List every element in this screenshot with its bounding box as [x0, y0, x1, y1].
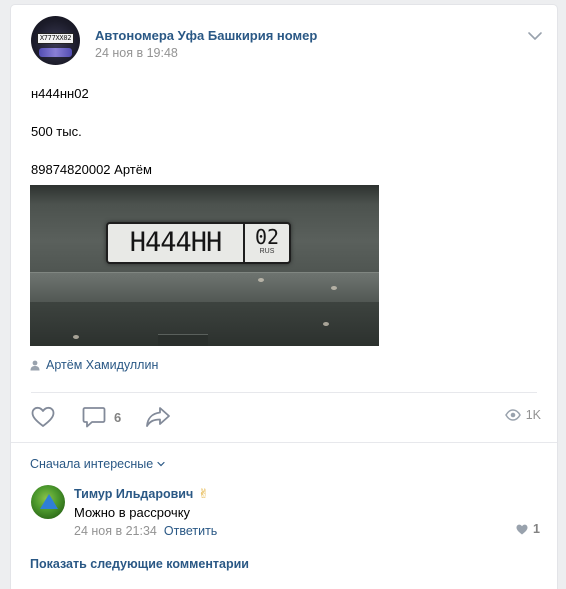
comment-text: Можно в рассрочку: [74, 505, 191, 520]
comment-like-count: 1: [533, 522, 540, 536]
heart-icon: [31, 406, 55, 428]
show-more-comments-link[interactable]: Показать следующие комментарии: [30, 557, 249, 571]
plate-region: 02 RUS: [243, 224, 289, 262]
heart-icon: [516, 524, 528, 535]
victory-hand-emoji: ✌: [198, 486, 210, 501]
plate-main-text: Н444НН: [129, 227, 223, 258]
post-card: Х777ХХ02 Автономера Уфа Башкирия номер 2…: [11, 5, 557, 589]
divider: [11, 442, 557, 443]
avatar-plate: Х777ХХ02: [37, 33, 74, 44]
post-author-link[interactable]: Автономера Уфа Башкирия номер: [95, 28, 317, 43]
comment-like-button[interactable]: 1: [516, 522, 540, 536]
comment-count: 6: [114, 409, 122, 425]
signer-name: Артём Хамидуллин: [46, 358, 159, 372]
chevron-down-icon: [157, 461, 165, 467]
views-count: 1K: [525, 408, 541, 422]
sort-label: Сначала интересные: [30, 457, 154, 471]
plate-country: RUS: [259, 248, 275, 255]
comment-meta: 24 ноя в 21:34 Ответить: [74, 524, 217, 538]
comments-sort-dropdown[interactable]: Сначала интересные: [30, 457, 165, 471]
eye-icon: [504, 409, 521, 421]
post-text-line: н444нн02: [31, 86, 89, 101]
post-text-line: 500 тыс.: [31, 124, 82, 139]
post-photo[interactable]: Н444НН 02 RUS: [30, 185, 379, 346]
comment-author-name: Тимур Ильдарович: [74, 487, 194, 501]
post-signer[interactable]: Артём Хамидуллин: [30, 358, 158, 372]
plate-region-number: 02: [254, 225, 280, 249]
post-text-line: 89874820002 Артём: [31, 162, 152, 177]
share-button[interactable]: [145, 406, 171, 428]
comment-author[interactable]: Тимур Ильдарович ✌: [74, 486, 209, 502]
comment-icon: [82, 406, 106, 428]
comment-date[interactable]: 24 ноя в 21:34: [74, 524, 157, 538]
license-plate: Н444НН 02 RUS: [106, 222, 291, 264]
like-button[interactable]: [31, 406, 55, 428]
community-avatar[interactable]: Х777ХХ02: [31, 16, 80, 65]
comment-button[interactable]: 6: [82, 406, 121, 428]
reply-button[interactable]: Ответить: [164, 524, 217, 538]
user-icon: [30, 360, 40, 371]
divider: [31, 392, 537, 393]
post-text: н444нн02 500 тыс. 89874820002 Артём: [31, 84, 152, 179]
comment-avatar[interactable]: [31, 485, 65, 519]
share-icon: [145, 406, 171, 428]
chevron-down-icon[interactable]: [527, 31, 543, 41]
post-date[interactable]: 24 ноя в 19:48: [95, 46, 178, 60]
views-counter: 1K: [504, 408, 541, 422]
avatar-decoration: [39, 48, 72, 57]
